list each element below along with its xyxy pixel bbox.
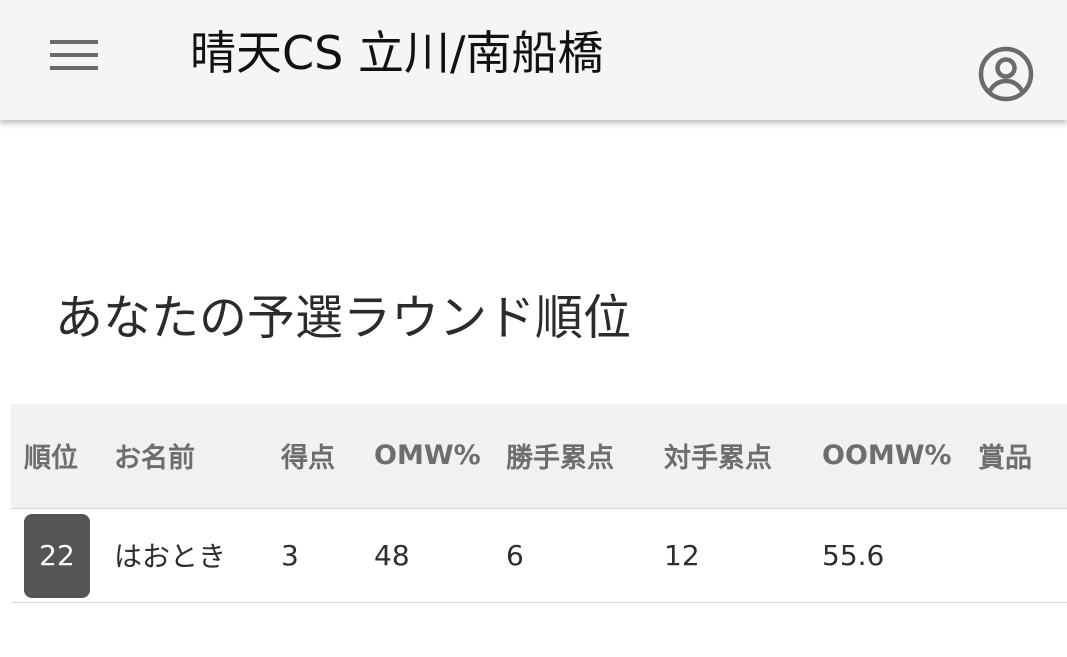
section-title: あなたの予選ラウンド順位 bbox=[55, 290, 632, 346]
omw-cell: 48 bbox=[374, 508, 506, 603]
prize-cell bbox=[978, 508, 1067, 603]
own-cumulative-cell: 6 bbox=[506, 508, 664, 603]
column-header-omw[interactable]: OMW% bbox=[374, 404, 506, 509]
column-header-oomw[interactable]: OOMW% bbox=[822, 404, 978, 509]
table-header-row: 順位 お名前 得点 OMW% 勝手累点 対手累点 OOMW% 賞品 bbox=[11, 404, 1067, 509]
account-circle-icon bbox=[978, 46, 1034, 102]
column-header-own-cumulative[interactable]: 勝手累点 bbox=[506, 404, 664, 509]
column-header-rank[interactable]: 順位 bbox=[11, 404, 114, 509]
name-cell: はおとき bbox=[114, 508, 281, 603]
points-cell: 3 bbox=[281, 508, 374, 603]
rank-cell: 22 bbox=[11, 508, 114, 603]
column-header-prize[interactable]: 賞品 bbox=[978, 404, 1067, 509]
rank-badge: 22 bbox=[24, 513, 90, 598]
standings-table: 順位 お名前 得点 OMW% 勝手累点 対手累点 OOMW% 賞品 22 はおと… bbox=[11, 404, 1067, 603]
column-header-opponent-cumulative[interactable]: 対手累点 bbox=[664, 404, 822, 509]
account-button[interactable] bbox=[968, 36, 1044, 112]
menu-button[interactable] bbox=[34, 20, 114, 90]
hamburger-menu-icon bbox=[50, 40, 98, 70]
opponent-cumulative-cell: 12 bbox=[664, 508, 822, 603]
app-title: 晴天CS 立川/南船橋 bbox=[190, 26, 604, 80]
app-bar: 晴天CS 立川/南船橋 bbox=[0, 0, 1067, 120]
table-row: 22 はおとき 3 48 6 12 55.6 bbox=[11, 508, 1067, 603]
column-header-name[interactable]: お名前 bbox=[114, 404, 281, 509]
column-header-points[interactable]: 得点 bbox=[281, 404, 374, 509]
oomw-cell: 55.6 bbox=[822, 508, 978, 603]
